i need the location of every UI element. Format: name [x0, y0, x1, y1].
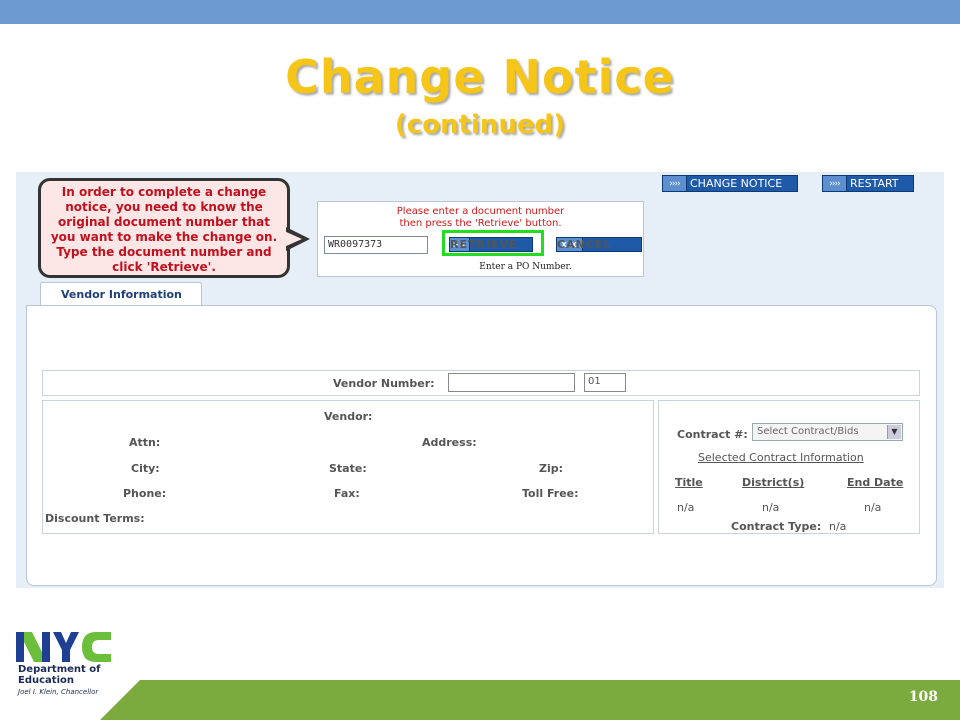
restart-button[interactable]: ›››› RESTART	[822, 175, 914, 192]
contract-districts-value: n/a	[762, 501, 780, 514]
restart-label: RESTART	[850, 177, 899, 190]
retrieve-document-form: Please enter a document number then pres…	[317, 201, 644, 277]
retrieve-instructions: Please enter a document number then pres…	[318, 206, 643, 230]
chevron-right-icon: ››››	[823, 176, 847, 191]
page-number: 108	[908, 689, 938, 705]
logo-dept-line: Department of	[18, 664, 101, 675]
fax-label: Fax:	[334, 487, 360, 500]
contract-title-value: n/a	[677, 501, 695, 514]
top-accent-bar	[0, 0, 960, 24]
callout-line: click 'Retrieve'.	[112, 260, 216, 274]
contract-select-value: Select Contract/Bids	[757, 426, 859, 437]
change-notice-label: CHANGE NOTICE	[690, 177, 783, 190]
address-label: Address:	[422, 436, 477, 449]
retrieve-button[interactable]: >> RETRIEVE	[449, 237, 533, 252]
contract-col-end-date: End Date	[847, 476, 904, 489]
document-number-input[interactable]: WR0097373	[324, 236, 428, 254]
discount-terms-label: Discount Terms:	[45, 512, 145, 525]
city-label: City:	[131, 462, 160, 475]
attn-label: Attn:	[129, 436, 161, 449]
slide-title: Change Notice	[285, 50, 675, 104]
contract-col-title: Title	[675, 476, 703, 489]
vendor-number-suffix-input[interactable]: 01	[584, 373, 626, 392]
retrieve-message-line: then press the 'Retrieve' button.	[399, 218, 562, 229]
instruction-callout: In order to complete a change notice, yo…	[38, 178, 290, 278]
state-label: State:	[329, 462, 367, 475]
contract-col-districts: District(s)	[742, 476, 805, 489]
callout-pointer-fill	[284, 231, 302, 247]
retrieve-message-line: Please enter a document number	[396, 206, 565, 217]
po-number-hint: Enter a PO Number.	[479, 262, 572, 272]
callout-line: Type the document number and	[56, 245, 272, 259]
contract-number-label: Contract #:	[677, 428, 748, 441]
contract-select[interactable]: Select Contract/Bids ▼	[752, 423, 903, 441]
tab-vendor-information[interactable]: Vendor Information	[40, 282, 202, 306]
selected-contract-info-link[interactable]: Selected Contract Information	[698, 451, 864, 464]
contract-details-box: Contract #: Select Contract/Bids ▼ Selec…	[658, 400, 920, 534]
toll-free-label: Toll Free:	[522, 487, 579, 500]
cancel-button[interactable]: X X CANCEL	[556, 237, 642, 252]
slide-subtitle: (continued)	[394, 110, 566, 140]
chevron-right-icon: ››››	[663, 176, 687, 191]
vendor-number-label: Vendor Number:	[333, 377, 435, 390]
vendor-details-box: Vendor: Attn: Address: City: State: Zip:…	[42, 400, 654, 534]
callout-line: original document number that	[57, 215, 271, 229]
contract-end-date-value: n/a	[864, 501, 882, 514]
change-notice-button[interactable]: ›››› CHANGE NOTICE	[662, 175, 798, 192]
chevron-down-icon: ▼	[887, 425, 901, 439]
callout-line: In order to complete a change	[61, 185, 267, 199]
vendor-number-input[interactable]	[448, 373, 575, 392]
cancel-label: CANCEL	[557, 238, 612, 251]
callout-line: notice, you need to know the	[65, 200, 263, 214]
vendor-label: Vendor:	[324, 410, 373, 423]
callout-line: you want to make the change on.	[50, 230, 278, 244]
footer-bar	[100, 680, 960, 720]
contract-type-value: n/a	[829, 520, 847, 533]
vendor-number-row: Vendor Number: 01	[42, 370, 920, 396]
retrieve-label: RETRIEVE	[450, 238, 518, 251]
contract-type-label: Contract Type:	[731, 520, 822, 533]
zip-label: Zip:	[539, 462, 564, 475]
phone-label: Phone:	[123, 487, 167, 500]
nyc-logo-icon	[16, 632, 111, 662]
app-screenshot: ›››› CHANGE NOTICE ›››› RESTART In order…	[16, 172, 944, 588]
vendor-information-panel: Vendor Number: 01 Vendor: Attn: Address:…	[26, 305, 937, 586]
